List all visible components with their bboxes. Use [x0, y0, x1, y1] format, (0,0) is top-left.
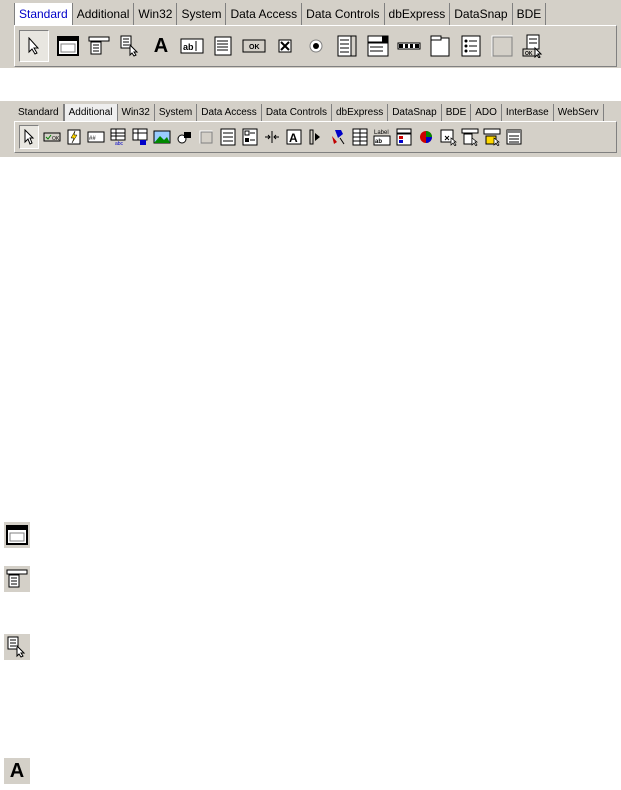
- main-menu-icon: [4, 566, 30, 592]
- svg-text:##: ##: [89, 136, 96, 142]
- pointer-icon[interactable]: [19, 30, 49, 62]
- frame-icon: [4, 522, 30, 548]
- label-icon-glyph: A: [153, 34, 169, 57]
- maskedit-icon[interactable]: ##: [87, 126, 105, 148]
- spacer: [0, 68, 621, 101]
- svg-text:abc: abc: [115, 141, 124, 146]
- palette-tabs: Standard Additional Win32 System Data Ac…: [14, 104, 621, 121]
- tab-dbexpress[interactable]: dbExpress: [332, 104, 389, 121]
- component-toolbar: A ab OK OK: [14, 25, 617, 67]
- tab-data-controls[interactable]: Data Controls: [302, 3, 385, 25]
- splitter-icon[interactable]: [263, 126, 281, 148]
- action-list-icon[interactable]: OK: [521, 32, 545, 60]
- component-palette-large: Standard Additional Win32 System Data Ac…: [0, 0, 621, 68]
- bitbtn-icon[interactable]: OK: [43, 126, 61, 148]
- listbox-icon[interactable]: [335, 32, 359, 60]
- tab-interbase[interactable]: InterBase: [502, 104, 554, 121]
- stringgrid-icon[interactable]: abc: [109, 126, 127, 148]
- actiontoolbar-icon[interactable]: [483, 126, 501, 148]
- svg-text:A: A: [289, 131, 298, 145]
- labelededit-icon[interactable]: Label ab: [373, 126, 391, 148]
- tab-datasnap[interactable]: DataSnap: [388, 104, 442, 121]
- tab-data-access[interactable]: Data Access: [226, 3, 303, 25]
- radio-button-icon[interactable]: [304, 32, 328, 60]
- labelededit-caption: Label: [374, 130, 389, 136]
- tab-ado[interactable]: ADO: [471, 104, 502, 121]
- tab-standard[interactable]: Standard: [14, 3, 73, 25]
- customizedlg-icon[interactable]: [505, 126, 523, 148]
- svg-text:OK: OK: [249, 44, 260, 51]
- svg-text:OK: OK: [52, 136, 60, 142]
- chart-icon[interactable]: [417, 126, 435, 148]
- combobox-icon[interactable]: [366, 32, 390, 60]
- popup-menu-icon: [4, 634, 30, 660]
- speedbutton-icon[interactable]: [65, 126, 83, 148]
- tab-datasnap[interactable]: DataSnap: [450, 3, 513, 25]
- button-icon[interactable]: OK: [242, 32, 266, 60]
- radio-group-icon[interactable]: [459, 32, 483, 60]
- svg-text:ab: ab: [375, 139, 382, 145]
- colorbox-icon[interactable]: [395, 126, 413, 148]
- tab-system[interactable]: System: [177, 3, 227, 25]
- tab-additional[interactable]: Additional: [73, 3, 135, 25]
- tab-webserv[interactable]: WebServ: [554, 104, 604, 121]
- component-toolbar: OK ## abc A Label ab: [14, 121, 617, 153]
- panel-icon[interactable]: [490, 32, 514, 60]
- component-palette-small: Standard Additional Win32 System Data Ac…: [0, 101, 621, 157]
- tab-standard[interactable]: Standard: [14, 104, 64, 121]
- bevel-icon[interactable]: [197, 126, 215, 148]
- tab-data-controls[interactable]: Data Controls: [262, 104, 332, 121]
- tab-win32[interactable]: Win32: [118, 104, 155, 121]
- scrollbar-icon[interactable]: [397, 32, 421, 60]
- main-menu-icon[interactable]: [87, 32, 111, 60]
- drawgrid-icon[interactable]: [131, 126, 149, 148]
- image-icon[interactable]: [153, 126, 171, 148]
- checkbox-icon[interactable]: [273, 32, 297, 60]
- tab-data-access[interactable]: Data Access: [197, 104, 262, 121]
- tab-dbexpress[interactable]: dbExpress: [385, 3, 451, 25]
- palette-tabs: Standard Additional Win32 System Data Ac…: [14, 3, 621, 25]
- tab-additional[interactable]: Additional: [63, 104, 118, 121]
- tab-win32[interactable]: Win32: [134, 3, 178, 25]
- label-icon-glyph: A: [9, 759, 25, 782]
- popup-menu-icon[interactable]: [118, 32, 142, 60]
- statictext-icon[interactable]: A: [285, 126, 303, 148]
- svg-text:ab: ab: [183, 42, 194, 52]
- controlbar-icon[interactable]: [307, 126, 325, 148]
- actionmainmenubar-icon[interactable]: [461, 126, 479, 148]
- frame-icon[interactable]: [56, 32, 80, 60]
- svg-text:OK: OK: [525, 51, 533, 57]
- pointer-icon[interactable]: [19, 125, 39, 149]
- tab-bde[interactable]: BDE: [513, 3, 547, 25]
- groupbox-icon[interactable]: [428, 32, 452, 60]
- actionmanager-icon[interactable]: [439, 126, 457, 148]
- edit-icon[interactable]: ab: [180, 32, 204, 60]
- scrollbox-icon[interactable]: [219, 126, 237, 148]
- label-icon[interactable]: A: [149, 32, 173, 60]
- tab-system[interactable]: System: [155, 104, 198, 121]
- label-icon: A: [4, 758, 30, 784]
- memo-icon[interactable]: [211, 32, 235, 60]
- shape-icon[interactable]: [175, 126, 193, 148]
- tab-bde[interactable]: BDE: [442, 104, 472, 121]
- applicationevents-icon[interactable]: [329, 126, 347, 148]
- checklistbox-icon[interactable]: [241, 126, 259, 148]
- valuelisteditor-icon[interactable]: [351, 126, 369, 148]
